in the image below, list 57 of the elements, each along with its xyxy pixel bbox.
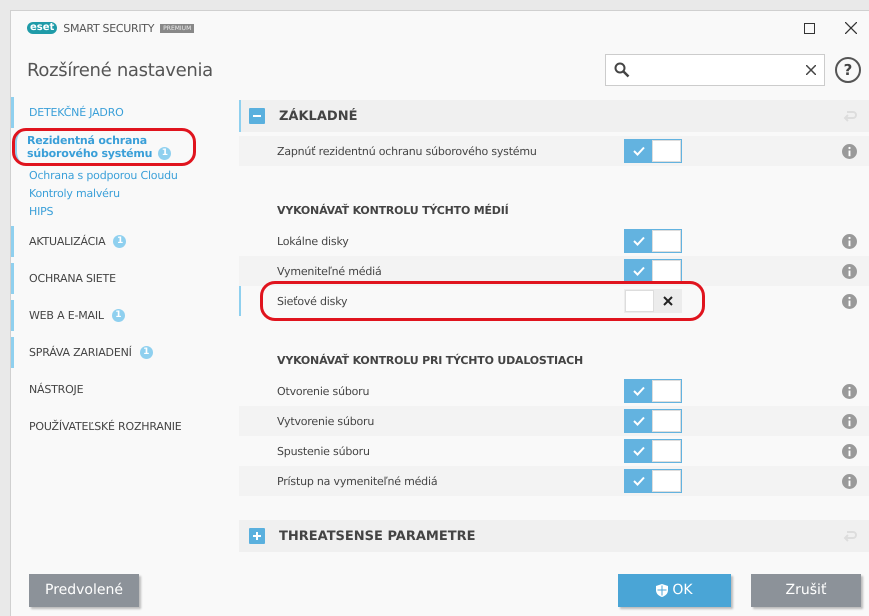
toggle-switch[interactable] — [624, 379, 682, 403]
count-badge: 1 — [158, 147, 172, 160]
setting-label: Prístup na vymeniteľné médiá — [277, 474, 438, 488]
logo: eset — [27, 22, 58, 34]
group-heading: VYKONÁVAŤ KONTROLU PRI TÝCHTO UDALOSTIACH — [277, 354, 584, 366]
toggle-switch[interactable] — [624, 289, 682, 313]
info-icon[interactable] — [842, 414, 857, 428]
toggle-switch[interactable] — [624, 409, 682, 433]
check-icon — [632, 446, 644, 456]
check-icon — [632, 146, 644, 156]
info-icon[interactable] — [842, 444, 857, 458]
product-name: SMART SECURITY — [63, 22, 154, 34]
search-icon — [614, 62, 630, 78]
setting-label: Vytvorenie súboru — [277, 414, 376, 428]
info-icon[interactable] — [842, 234, 857, 248]
group-heading: VYKONÁVAŤ KONTROLU TÝCHTO MÉDIÍ — [277, 204, 508, 216]
close-icon[interactable] — [845, 22, 857, 34]
expand-icon[interactable] — [249, 528, 265, 544]
toggle-switch[interactable] — [624, 469, 682, 493]
info-icon[interactable] — [842, 474, 857, 488]
sidebar-section[interactable]: AKTUALIZÁCIA 1 — [11, 226, 239, 258]
sidebar-section[interactable]: WEB A E-MAIL 1 — [11, 300, 239, 332]
setting-label: Vymeniteľné médiá — [277, 264, 383, 278]
setting-label: Spustenie súboru — [277, 444, 371, 458]
check-icon — [632, 416, 644, 426]
shield-icon — [656, 584, 668, 596]
check-icon — [632, 476, 644, 486]
collapse-icon[interactable] — [249, 108, 265, 124]
check-icon — [632, 266, 644, 276]
count-badge: 1 — [140, 346, 153, 360]
count-badge: 1 — [112, 309, 125, 322]
toggle-switch[interactable] — [624, 259, 682, 283]
sidebar-section[interactable]: NÁSTROJE — [11, 374, 239, 406]
toggle-switch[interactable] — [624, 439, 682, 463]
page-title: Rozšírené nastavenia — [27, 60, 213, 80]
setting-label: Otvorenie súboru — [277, 384, 370, 398]
setting-label: Lokálne disky — [277, 234, 350, 248]
search-field[interactable] — [605, 54, 825, 86]
setting-label: Sieťové disky — [277, 294, 348, 308]
info-icon[interactable] — [842, 144, 857, 158]
section-header[interactable]: ZÁKLADNÉ — [239, 100, 869, 132]
setting-label: Zapnúť rezidentnú ochranu súborového systému — [277, 144, 538, 158]
toggle-switch[interactable] — [624, 139, 682, 163]
toggle-switch[interactable] — [624, 229, 682, 253]
sidebar-section[interactable]: SPRÁVA ZARIADENÍ 1 — [11, 337, 239, 368]
info-icon[interactable] — [842, 264, 857, 278]
count-badge: 1 — [113, 235, 126, 248]
sidebar-section[interactable]: POUŽÍVATEĽSKÉ ROZHRANIE — [11, 411, 239, 442]
check-icon — [632, 386, 644, 396]
maximize-icon[interactable] — [804, 22, 814, 34]
help-button[interactable]: ? — [835, 57, 861, 83]
info-icon[interactable] — [842, 384, 857, 398]
cross-icon — [662, 296, 672, 306]
clear-icon[interactable] — [806, 65, 816, 75]
section-header[interactable]: THREATSENSE PARAMETRE — [239, 520, 869, 552]
info-icon[interactable] — [842, 294, 857, 308]
check-icon — [632, 236, 644, 246]
